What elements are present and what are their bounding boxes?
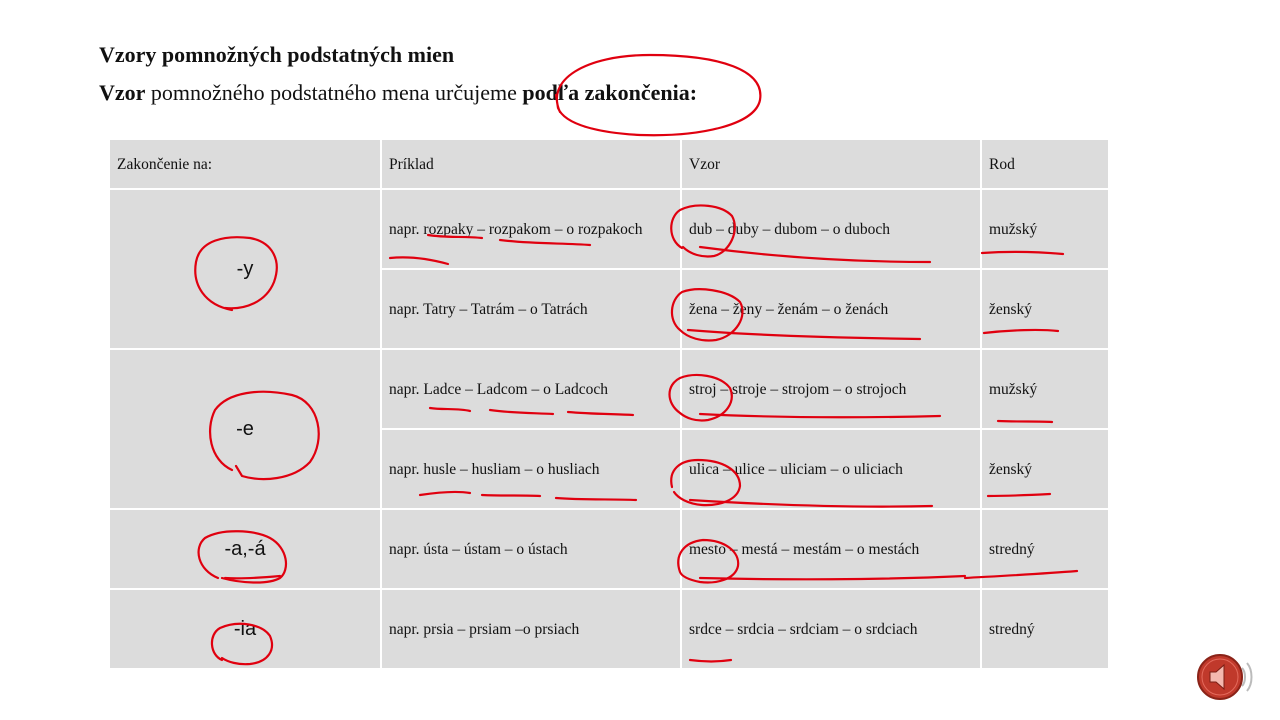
gender-cell: ženský: [980, 268, 1110, 350]
example-cell: napr. Ladce – Ladcom – o Ladcoch: [380, 348, 682, 430]
table-row: -ia napr. prsia – prsiam –o prsiach srdc…: [108, 588, 1110, 670]
ending-cell: -ia: [108, 588, 382, 670]
subtitle-bold-start: Vzor: [99, 80, 146, 105]
gender-cell: ženský: [980, 428, 1110, 510]
example-cell: napr. husle – husliam – o husliach: [380, 428, 682, 510]
header-pattern: Vzor: [680, 138, 982, 190]
header-example: Príklad: [380, 138, 682, 190]
example-cell: napr. prsia – prsiam –o prsiach: [380, 588, 682, 670]
example-cell: napr. rozpaky – rozpakom – o rozpakoch: [380, 188, 682, 270]
gender-cell: mužský: [980, 348, 1110, 430]
gender-cell: stredný: [980, 508, 1110, 590]
example-cell: napr. ústa – ústam – o ústach: [380, 508, 682, 590]
table-row: -a,-á napr. ústa – ústam – o ústach mest…: [108, 508, 1110, 590]
gender-cell: stredný: [980, 588, 1110, 670]
table-row: -y napr. rozpaky – rozpakom – o rozpakoc…: [108, 188, 1110, 350]
ending-cell: -y: [108, 188, 382, 350]
gender-cell: mužský: [980, 188, 1110, 270]
pattern-cell: stroj – stroje – strojom – o strojoch: [680, 348, 982, 430]
declension-table: Zakončenie na: Príklad Vzor Rod -y napr.…: [108, 138, 1110, 670]
table-row: -e napr. Ladce – Ladcom – o Ladcoch stro…: [108, 348, 1110, 510]
pattern-cell: dub – duby – dubom – o duboch: [680, 188, 982, 270]
ending-cell: -e: [108, 348, 382, 510]
pattern-cell: mesto – mestá – mestám – o mestách: [680, 508, 982, 590]
ending-cell: -a,-á: [108, 508, 382, 590]
slide-subtitle: Vzor pomnožného podstatného mena určujem…: [99, 80, 697, 106]
subtitle-middle: pomnožného podstatného mena určujeme: [145, 80, 523, 105]
pattern-cell: žena – ženy – ženám – o ženách: [680, 268, 982, 350]
speaker-icon[interactable]: [1196, 650, 1254, 704]
header-gender: Rod: [980, 138, 1110, 190]
pattern-cell: ulica – ulice – uliciam – o uliciach: [680, 428, 982, 510]
table-header-row: Zakončenie na: Príklad Vzor Rod: [108, 138, 1110, 190]
subtitle-bold-end: podľa zakončenia:: [522, 80, 698, 105]
slide-title: Vzory pomnožných podstatných mien: [99, 42, 455, 67]
header-ending: Zakončenie na:: [108, 138, 382, 190]
pattern-cell: srdce – srdcia – srdciam – o srdciach: [680, 588, 982, 670]
example-cell: napr. Tatry – Tatrám – o Tatrách: [380, 268, 682, 350]
